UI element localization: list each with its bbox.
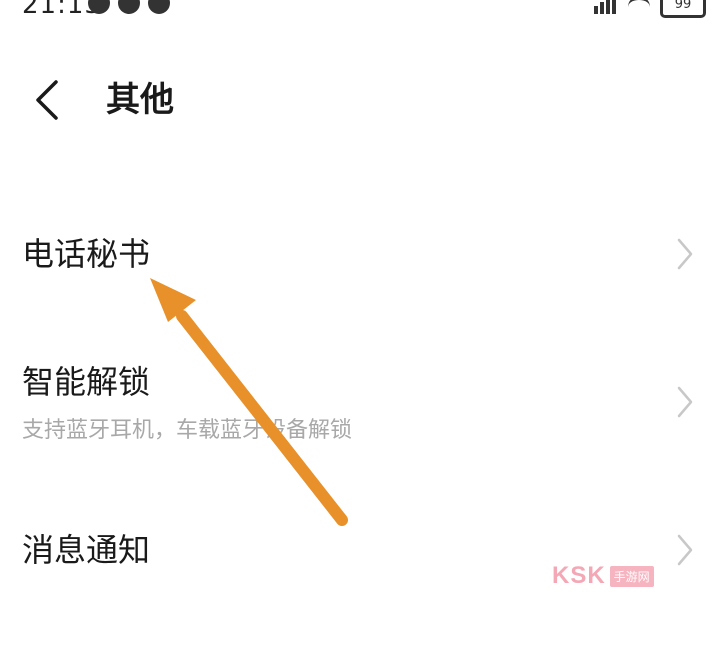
- settings-item-phone-secretary[interactable]: 电话秘书: [0, 190, 720, 320]
- system-icons: 99: [594, 0, 706, 18]
- item-smart-unlock-content: 智能解锁 支持蓝牙耳机，车载蓝牙设备解锁: [0, 350, 720, 450]
- notification-icon: [148, 0, 170, 14]
- back-button[interactable]: [26, 76, 70, 124]
- status-bar: 21:13 99: [0, 0, 720, 22]
- smart-unlock-title: 智能解锁: [22, 363, 151, 401]
- chevron-right-icon: [677, 534, 693, 566]
- watermark-logo: KSK: [552, 562, 606, 589]
- item-title: 电话秘书: [22, 235, 151, 273]
- smart-unlock-subtitle: 支持蓝牙耳机，车载蓝牙设备解锁: [22, 418, 353, 443]
- message-notification-title: 消息通知: [22, 531, 151, 569]
- notification-icon: [88, 0, 110, 14]
- chevron-right-icon: [677, 238, 693, 270]
- watermark-badge: 手游网: [609, 565, 654, 587]
- notification-icon: [118, 0, 140, 14]
- notification-icons: [88, 0, 170, 14]
- chevron-right-icon: [677, 386, 693, 418]
- page-title: 其他: [106, 80, 174, 120]
- watermark: KSK 手游网: [552, 562, 654, 590]
- battery-icon: 99: [660, 0, 706, 18]
- wifi-icon: [628, 0, 650, 18]
- signal-icon: [594, 0, 618, 18]
- header: 其他: [0, 70, 720, 130]
- chevron-left-icon: [36, 80, 58, 120]
